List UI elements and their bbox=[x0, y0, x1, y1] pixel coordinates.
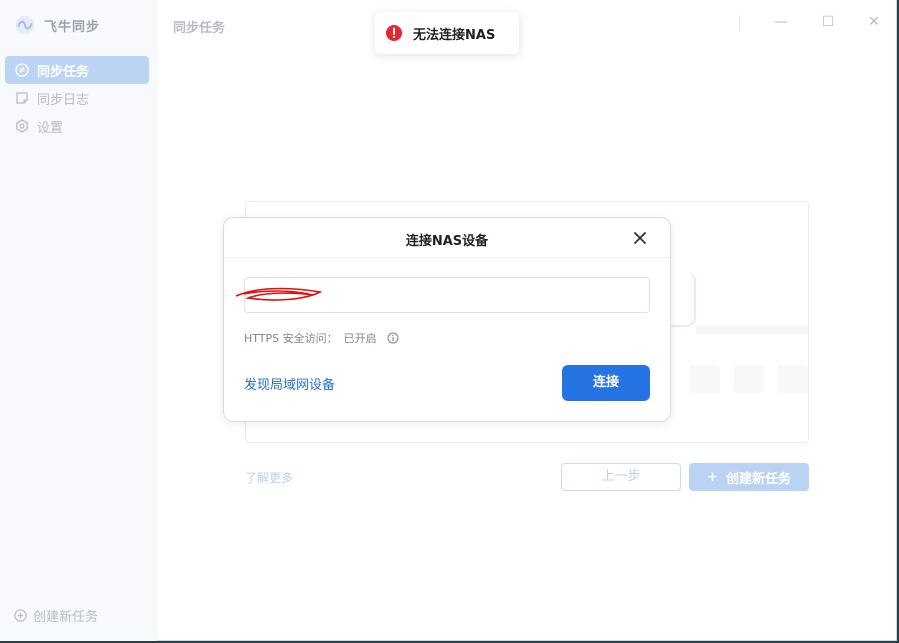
https-label: HTTPS 安全访问： bbox=[244, 332, 338, 345]
toast-message: 无法连接NAS bbox=[413, 27, 496, 43]
illustration-decor bbox=[778, 365, 808, 393]
sidebar-create-task[interactable]: 创建新任务 bbox=[14, 606, 98, 625]
sync-icon bbox=[15, 63, 29, 77]
sidebar-nav: 同步任务 同步日志 设置 bbox=[5, 56, 149, 140]
connect-button[interactable]: 连接 bbox=[562, 365, 650, 401]
illustration-decor bbox=[690, 365, 720, 393]
minimize-button[interactable]: — bbox=[771, 12, 791, 32]
learn-more-link[interactable]: 了解更多 bbox=[245, 469, 293, 486]
sidebar: 飞牛同步 同步任务 同步日志 设置 创建新任务 bbox=[0, 0, 157, 641]
error-icon bbox=[386, 25, 402, 41]
sidebar-item-label: 同步任务 bbox=[37, 64, 90, 80]
https-status: 已开启 bbox=[343, 332, 377, 345]
close-window-button[interactable]: ✕ bbox=[864, 12, 884, 32]
dialog-title: 连接NAS设备 bbox=[405, 234, 489, 249]
header-divider bbox=[739, 15, 740, 31]
close-icon bbox=[634, 232, 646, 244]
sidebar-item-sync-log[interactable]: 同步日志 bbox=[5, 84, 149, 112]
dialog-close-button[interactable] bbox=[628, 226, 652, 250]
page-title: 同步任务 bbox=[173, 21, 226, 36]
sidebar-item-label: 同步日志 bbox=[37, 92, 90, 108]
create-task-label: 创建新任务 bbox=[725, 471, 791, 487]
gear-icon bbox=[16, 119, 28, 133]
illustration-decor bbox=[696, 326, 808, 334]
app-window: 飞牛同步 同步任务 同步日志 设置 创建新任务 同步任务 — ☐ ✕ 了解更多 … bbox=[0, 0, 897, 641]
error-toast: 无法连接NAS bbox=[375, 12, 519, 54]
previous-step-button[interactable]: 上一步 bbox=[561, 463, 681, 491]
https-status-row: HTTPS 安全访问： 已开启 bbox=[244, 330, 399, 346]
illustration-decor bbox=[734, 365, 764, 393]
sidebar-item-settings[interactable]: 设置 bbox=[5, 112, 149, 140]
info-icon[interactable] bbox=[387, 332, 399, 344]
app-logo-icon bbox=[15, 15, 35, 35]
connect-nas-dialog: 连接NAS设备 HTTPS 安全访问： 已开启 发现局域网设备 连接 bbox=[223, 217, 671, 422]
nas-address-input[interactable] bbox=[244, 277, 650, 313]
plus-circle-icon bbox=[14, 609, 27, 622]
maximize-button[interactable]: ☐ bbox=[818, 12, 838, 32]
sidebar-create-task-label: 创建新任务 bbox=[33, 610, 99, 625]
sidebar-item-label: 设置 bbox=[37, 120, 64, 136]
create-task-button[interactable]: + 创建新任务 bbox=[689, 463, 809, 491]
log-icon bbox=[16, 92, 28, 104]
app-name: 飞牛同步 bbox=[44, 19, 101, 35]
brand: 飞牛同步 bbox=[14, 14, 100, 36]
plus-icon: + bbox=[707, 469, 718, 485]
sidebar-item-sync-tasks[interactable]: 同步任务 bbox=[5, 56, 149, 84]
dialog-header: 连接NAS设备 bbox=[224, 218, 670, 258]
discover-lan-devices-link[interactable]: 发现局域网设备 bbox=[244, 374, 335, 393]
